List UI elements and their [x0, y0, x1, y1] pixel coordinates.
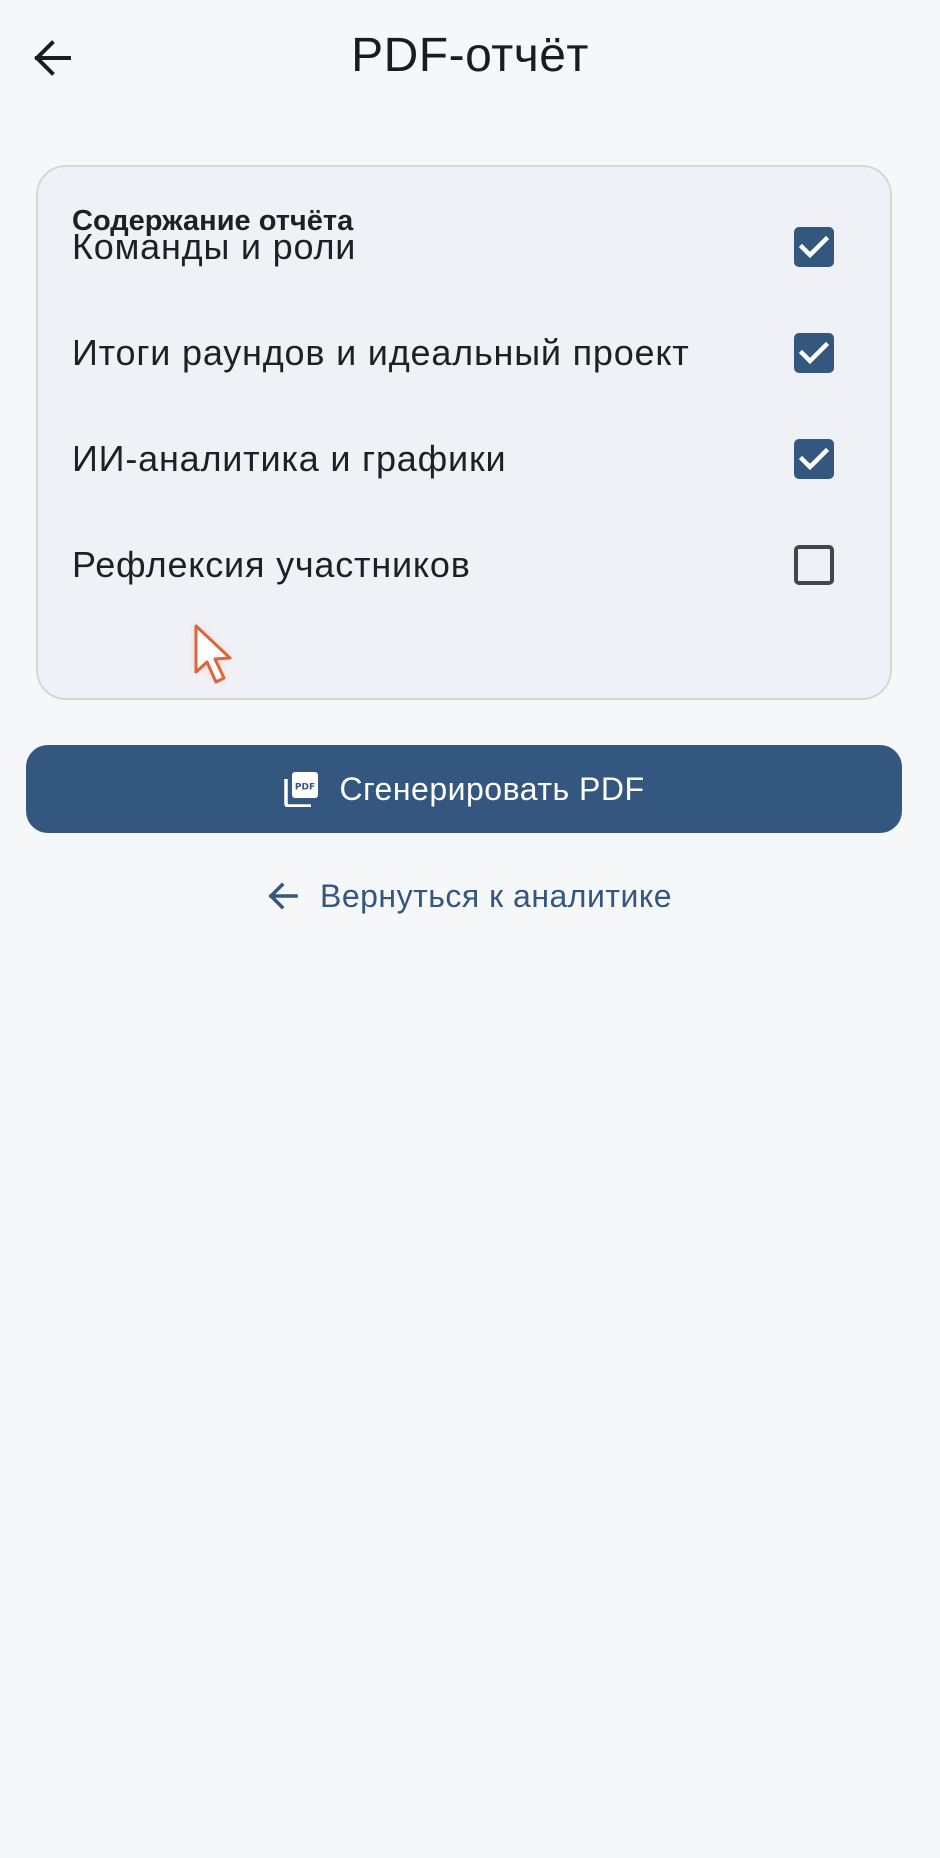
option-label: Рефлексия участников	[72, 544, 471, 585]
page-title: PDF-отчёт	[351, 29, 589, 82]
option-ai-analytics[interactable]: ИИ-аналитика и графики	[38, 409, 890, 509]
check-icon	[799, 235, 829, 259]
teams-roles-checkbox[interactable]	[794, 227, 834, 267]
check-icon	[799, 341, 829, 365]
option-teams-roles[interactable]: Команды и роли	[38, 197, 890, 297]
svg-text:PDF: PDF	[295, 783, 315, 793]
generate-pdf-label: Сгенерировать PDF	[339, 770, 645, 807]
option-participant-reflection[interactable]: Рефлексия участников	[38, 515, 890, 615]
option-label: Команды и роли	[72, 226, 357, 267]
app-bar: PDF-отчёт	[0, 0, 940, 118]
participant-reflection-checkbox[interactable]	[794, 545, 834, 585]
arrow-left-icon	[268, 882, 298, 910]
check-icon	[799, 447, 829, 471]
generate-pdf-button[interactable]: PDF Сгенерировать PDF	[26, 745, 902, 833]
round-results-checkbox[interactable]	[794, 333, 834, 373]
option-label: ИИ-аналитика и графики	[72, 438, 507, 479]
option-round-results[interactable]: Итоги раундов и идеальный проект	[38, 303, 890, 403]
back-to-analytics-link[interactable]: Вернуться к аналитике	[0, 868, 940, 924]
back-to-analytics-label: Вернуться к аналитике	[319, 877, 673, 914]
ai-analytics-checkbox[interactable]	[794, 439, 834, 479]
pdf-icon: PDF	[284, 772, 319, 807]
option-label: Итоги раундов и идеальный проект	[72, 332, 690, 373]
report-content-card: Содержание отчёта Команды и роли Итоги р…	[36, 165, 892, 700]
